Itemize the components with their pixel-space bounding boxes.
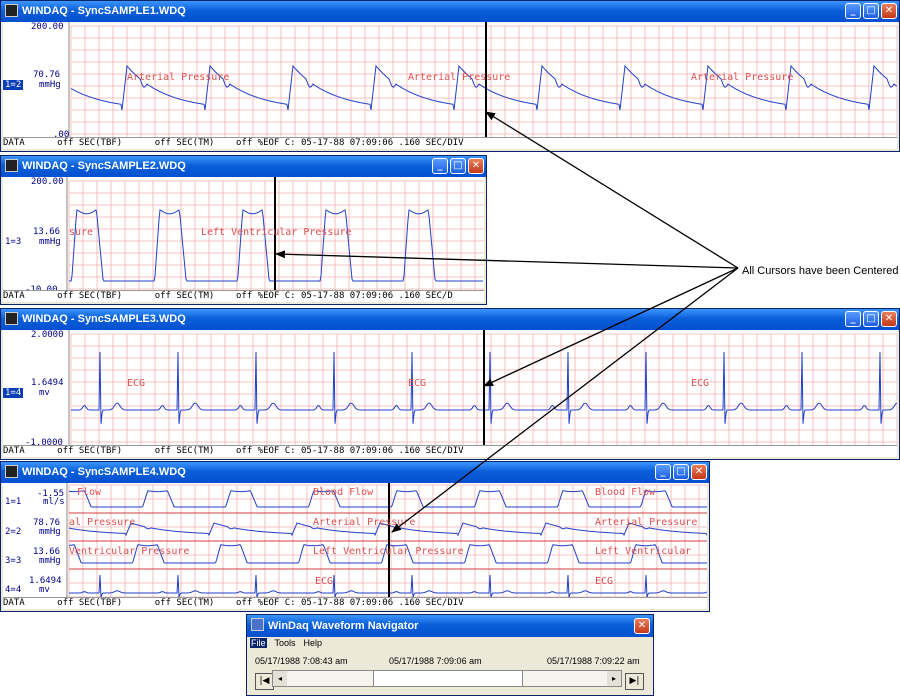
scale-top: 2.0000: [31, 330, 64, 340]
time-start: 05/17/1988 7:08:43 am: [255, 656, 348, 666]
waveform-label: Left Ventricular: [595, 546, 692, 557]
channel-value: 13.66: [33, 227, 61, 237]
go-last-button[interactable]: ▶|: [625, 673, 644, 690]
close-icon[interactable]: ✕: [468, 158, 484, 174]
windaq-window-4[interactable]: WINDAQ - SyncSAMPLE4.WDQ _ □ ✕ -1.55 1=1…: [0, 461, 710, 612]
navigator-app-icon[interactable]: [251, 618, 264, 631]
waveform-area[interactable]: -1.55 1=1 ml/s 78.76 2=2 mmHg 13.66 3=3 …: [3, 483, 707, 609]
channel-unit: mmHg: [39, 556, 61, 566]
navigator-scrollbar[interactable]: ◂ ▸: [272, 670, 622, 687]
waveform-label: ECG: [408, 378, 427, 389]
scale-top: 200.00: [31, 177, 64, 187]
windaq-app-icon[interactable]: [5, 312, 18, 325]
annotation-text: All Cursors have been Centered: [742, 265, 899, 277]
minimize-icon[interactable]: _: [655, 464, 671, 480]
channel-selector[interactable]: 1=1: [3, 497, 23, 507]
waveform-label: Blood Flow: [595, 487, 656, 498]
scale-top: 200.00: [31, 22, 64, 32]
windaq-app-icon[interactable]: [5, 4, 18, 17]
channel-value: 1.6494: [31, 378, 64, 388]
waveform-label: Flow: [77, 487, 102, 498]
channel-unit: mmHg: [39, 80, 61, 90]
close-icon[interactable]: ✕: [634, 618, 650, 634]
window-title: WINDAQ - SyncSAMPLE4.WDQ: [22, 466, 186, 478]
window-title: WINDAQ - SyncSAMPLE1.WDQ: [22, 5, 186, 17]
channel-unit: mv: [39, 388, 50, 398]
window-title: WINDAQ - SyncSAMPLE2.WDQ: [22, 160, 186, 172]
channel-unit: ml/s: [43, 497, 65, 507]
waveform-label: Ventricular Pressure: [69, 546, 190, 557]
channel-selector[interactable]: 2=2: [3, 527, 23, 537]
waveform-label: ECG: [691, 378, 710, 389]
title-bar[interactable]: WinDaq Waveform Navigator ✕: [247, 615, 653, 637]
windaq-window-2[interactable]: WINDAQ - SyncSAMPLE2.WDQ _ □ ✕ 200.00 13…: [0, 155, 487, 305]
waveform-label: ECG: [315, 576, 334, 587]
waveform-label: Arterial Pressure: [595, 517, 698, 528]
waveform-plot[interactable]: [3, 22, 897, 149]
minimize-icon[interactable]: _: [845, 311, 861, 327]
windaq-app-icon[interactable]: [5, 465, 18, 478]
waveform-label: ECG: [127, 378, 146, 389]
waveform-label: Arterial Pressure: [408, 72, 511, 83]
channel-selector[interactable]: 1=4: [3, 388, 24, 398]
status-bar: DATA off SEC(TBF) off SEC(TM) off %EOF C…: [3, 137, 897, 149]
channel-value: 70.76: [33, 70, 61, 80]
waveform-label: Left Ventricular Pressure: [201, 227, 352, 238]
channel-selector[interactable]: 4=4: [3, 585, 23, 595]
menu-file[interactable]: File: [250, 638, 267, 648]
scroll-right-icon[interactable]: ▸: [607, 671, 621, 686]
channel-selector[interactable]: 1=2: [3, 80, 24, 90]
title-bar[interactable]: WINDAQ - SyncSAMPLE4.WDQ _ □ ✕: [1, 462, 709, 483]
status-bar: DATA off SEC(TBF) off SEC(TM) off %EOF C…: [3, 445, 897, 457]
waveform-label: Left Ventricular Pressure: [313, 546, 464, 557]
waveform-area[interactable]: 2.0000 1.6494 1=4 mv -1.0000 ECG ECG ECG…: [3, 330, 897, 457]
close-icon[interactable]: ✕: [881, 3, 897, 19]
menu-help[interactable]: Help: [304, 638, 323, 648]
menu-bar: File Tools Help: [250, 638, 330, 648]
windaq-window-1[interactable]: WINDAQ - SyncSAMPLE1.WDQ _ □ ✕ 200.00 70…: [0, 0, 900, 152]
waveform-label: ECG: [595, 576, 614, 587]
channel-unit: mv: [39, 585, 50, 595]
title-bar[interactable]: WINDAQ - SyncSAMPLE2.WDQ _ □ ✕: [1, 156, 486, 177]
status-bar: DATA off SEC(TBF) off SEC(TM) off %EOF C…: [3, 290, 484, 302]
waveform-area[interactable]: 200.00 70.76 1=2 mmHg .00 Arterial Press…: [3, 22, 897, 149]
minimize-icon[interactable]: _: [845, 3, 861, 19]
waveform-label: sure: [69, 227, 94, 238]
waveform-area[interactable]: 200.00 13.66 1=3 mmHg -10.00 sure Left V…: [3, 177, 484, 302]
channel-unit: mmHg: [39, 237, 61, 247]
menu-tools[interactable]: Tools: [275, 638, 296, 648]
window-title: WinDaq Waveform Navigator: [268, 620, 419, 632]
title-bar[interactable]: WINDAQ - SyncSAMPLE1.WDQ _ □ ✕: [1, 1, 899, 22]
close-icon[interactable]: ✕: [691, 464, 707, 480]
scroll-left-icon[interactable]: ◂: [273, 671, 287, 686]
status-bar: DATA off SEC(TBF) off SEC(TM) off %EOF C…: [3, 597, 707, 609]
title-bar[interactable]: WINDAQ - SyncSAMPLE3.WDQ _ □ ✕: [1, 309, 899, 330]
waveform-label: Arterial Pressure: [127, 72, 230, 83]
windaq-app-icon[interactable]: [5, 159, 18, 172]
waveform-label: Blood Flow: [313, 487, 374, 498]
window-title: WINDAQ - SyncSAMPLE3.WDQ: [22, 313, 186, 325]
waveform-plot[interactable]: [3, 330, 897, 457]
waveform-plot[interactable]: [3, 177, 484, 302]
channel-selector[interactable]: 1=3: [3, 237, 23, 247]
minimize-icon[interactable]: _: [432, 158, 448, 174]
windaq-window-3[interactable]: WINDAQ - SyncSAMPLE3.WDQ _ □ ✕ 2.0000 1.…: [0, 308, 900, 460]
maximize-icon[interactable]: □: [863, 311, 879, 327]
time-cursor: 05/17/1988 7:09:06 am: [389, 656, 482, 666]
maximize-icon[interactable]: □: [673, 464, 689, 480]
waveform-label: Arterial Pressure: [691, 72, 794, 83]
scrollbar-thumb[interactable]: [373, 671, 523, 686]
maximize-icon[interactable]: □: [450, 158, 466, 174]
waveform-label: Arterial Pressure: [313, 517, 416, 528]
channel-selector[interactable]: 3=3: [3, 556, 23, 566]
channel-unit: mmHg: [39, 527, 61, 537]
close-icon[interactable]: ✕: [881, 311, 897, 327]
waveform-label: al Pressure: [69, 517, 136, 528]
time-end: 05/17/1988 7:09:22 am: [547, 656, 640, 666]
maximize-icon[interactable]: □: [863, 3, 879, 19]
